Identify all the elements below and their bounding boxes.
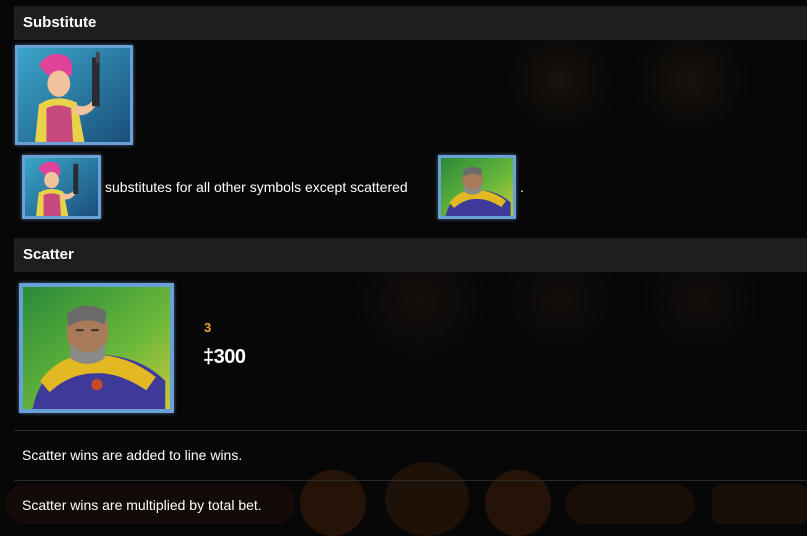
bg-spin-button	[385, 462, 469, 536]
scatter-title: Scatter	[23, 246, 74, 263]
woman-with-gun-icon-small	[25, 158, 98, 216]
wild-symbol-inline-icon	[22, 155, 101, 219]
substitute-header: Substitute	[14, 6, 807, 40]
rule-divider	[14, 430, 807, 431]
rule-line-wins: Scatter wins are added to line wins.	[22, 447, 243, 463]
wild-symbol-icon	[15, 45, 133, 145]
paytable-page: Substitute substitutes for all other sym…	[0, 0, 807, 536]
scatter-header: Scatter	[14, 238, 807, 272]
armored-soldier-icon-small	[441, 158, 513, 216]
substitute-description: substitutes for all other symbols except…	[105, 179, 408, 195]
substitute-title: Substitute	[23, 14, 97, 31]
rule-multiplied: Scatter wins are multiplied by total bet…	[22, 497, 262, 513]
scatter-pay-count: 3	[204, 320, 212, 335]
woman-with-gun-icon	[18, 48, 130, 142]
bg-balance	[712, 484, 807, 524]
scatter-pay-amount: ‡300	[203, 346, 246, 368]
substitute-trailing-period: .	[520, 179, 524, 195]
armored-soldier-icon	[23, 287, 170, 409]
rule-divider	[14, 480, 807, 481]
scatter-symbol-icon	[19, 283, 174, 413]
bg-bet-selector	[565, 484, 695, 524]
scatter-symbol-inline-icon	[438, 155, 516, 219]
